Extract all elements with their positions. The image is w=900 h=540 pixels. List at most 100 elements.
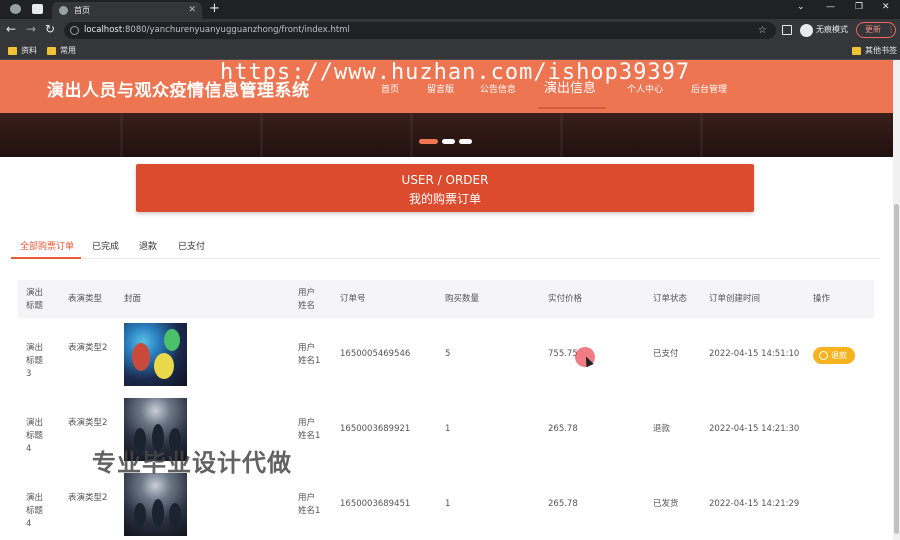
tab-strip-icon[interactable] — [32, 4, 43, 14]
cover-figure — [152, 499, 164, 527]
incognito-label: 无痕模式 — [816, 25, 848, 34]
cover-figure — [154, 353, 174, 379]
row2-title: 演出标题4 — [26, 418, 44, 454]
url-host: localhost — [84, 25, 123, 35]
site-info-icon[interactable] — [70, 26, 79, 35]
scrollbar-thumb[interactable] — [894, 204, 899, 534]
tab-completed[interactable]: 已完成 — [92, 239, 119, 252]
new-tab-icon[interactable]: + — [209, 1, 220, 16]
carousel-dot[interactable] — [442, 139, 455, 144]
row1-user: 用户姓名1 — [298, 343, 321, 366]
close-icon[interactable]: ✕ — [188, 2, 196, 19]
column-header-order-no: 订单号 — [340, 294, 366, 304]
minimize-icon[interactable]: — — [826, 2, 835, 12]
tab-paid[interactable]: 已支付 — [178, 239, 205, 252]
row3-type: 表演类型2 — [68, 493, 108, 503]
banner-stripe — [260, 113, 263, 157]
column-header-created: 订单创建时间 — [709, 294, 761, 304]
banner-stripe — [700, 113, 703, 157]
side-panel-icon[interactable] — [782, 25, 792, 35]
tab-all-orders[interactable]: 全部购票订单 — [20, 239, 74, 252]
bookmark-label: 常用 — [60, 46, 76, 55]
folder-icon — [8, 47, 17, 55]
cover-figure — [169, 503, 181, 527]
watermark-url: https://www.huzhan.com/ishop39397 — [220, 60, 691, 85]
update-label: 更新 — [865, 25, 881, 34]
row2-type: 表演类型2 — [68, 418, 108, 428]
carousel-dot[interactable] — [459, 139, 472, 144]
nav-admin[interactable]: 后台管理 — [691, 82, 727, 95]
banner-stripe — [560, 113, 563, 157]
section-title-en: USER / ORDER — [401, 173, 489, 187]
nav-active-underline — [538, 107, 606, 109]
row3-cover-image — [124, 473, 187, 536]
row1-title: 演出标题3 — [26, 343, 44, 379]
bookmark-star-icon[interactable]: ☆ — [758, 22, 767, 39]
row1-qty: 5 — [445, 349, 451, 359]
page-content: 演出人员与观众疫情信息管理系统 首页 留言版 公告信息 演出信息 个人中心 后台… — [0, 60, 893, 540]
row3-qty: 1 — [445, 499, 451, 509]
bookmark-folder-changyong[interactable]: 常用 — [47, 45, 76, 57]
overlay-ad-text: 专业毕业设计代做 — [92, 449, 292, 477]
reload-icon[interactable]: ↻ — [45, 22, 55, 36]
forward-icon[interactable]: → — [26, 22, 36, 36]
url-path: :8080/yanchurenyuanyugguanzhong/front/in… — [122, 25, 350, 35]
browser-menu-icon[interactable] — [10, 4, 21, 14]
column-header-status: 订单状态 — [653, 294, 688, 304]
row3-order-no: 1650003689451 — [340, 499, 411, 509]
back-icon[interactable]: ← — [6, 22, 16, 36]
row3-title: 演出标题4 — [26, 493, 44, 529]
other-bookmarks-label: 其他书签 — [865, 46, 897, 55]
incognito-icon — [800, 24, 813, 37]
incognito-indicator[interactable]: 无痕模式 — [800, 22, 848, 38]
banner-stripe — [410, 113, 413, 157]
folder-icon — [47, 47, 56, 55]
row1-type: 表演类型2 — [68, 343, 108, 353]
other-bookmarks[interactable]: 其他书签 — [852, 45, 897, 57]
cover-figure — [164, 329, 180, 351]
column-header-title: 演出标题 — [26, 288, 44, 311]
row2-status: 退款 — [653, 424, 671, 434]
carousel-banner — [0, 113, 893, 157]
row3-user: 用户姓名1 — [298, 493, 321, 516]
refund-button[interactable]: 退款 — [813, 347, 855, 364]
section-title-box: USER / ORDER 我的购票订单 — [136, 164, 754, 212]
column-header-qty: 购买数量 — [445, 294, 480, 304]
row2-qty: 1 — [445, 424, 451, 434]
column-header-cover: 封面 — [124, 294, 142, 304]
active-tab-underline — [11, 257, 81, 259]
cover-figure — [134, 503, 146, 527]
row2-user: 用户姓名1 — [298, 418, 321, 441]
row2-order-no: 1650003689921 — [340, 424, 411, 434]
row2-created: 2022-04-15 14:21:30 — [709, 424, 800, 434]
maximize-icon[interactable]: ❐ — [855, 2, 863, 12]
row2-price: 265.78 — [548, 424, 578, 434]
row1-created: 2022-04-15 14:51:10 — [709, 349, 800, 359]
folder-icon — [852, 47, 861, 55]
browser-tab[interactable]: 首页 ✕ — [52, 2, 202, 19]
globe-icon — [59, 6, 68, 15]
update-button[interactable]: 更新 ⋮ — [856, 22, 896, 38]
row1-price: 755.75 — [548, 349, 578, 359]
row1-status: 已支付 — [653, 349, 679, 359]
section-title-cn: 我的购票订单 — [408, 192, 481, 206]
banner-stripe — [120, 113, 123, 157]
row3-status: 已发货 — [653, 499, 679, 509]
page-scrollbar[interactable] — [893, 60, 900, 540]
order-tabs: 全部购票订单 已完成 退款 已支付 — [11, 235, 880, 259]
browser-tab-title: 首页 — [74, 6, 90, 15]
more-icon[interactable]: ⋮ — [887, 25, 895, 34]
tab-refund[interactable]: 退款 — [139, 239, 157, 252]
window-close-icon[interactable]: ✕ — [882, 2, 890, 12]
row3-created: 2022-04-15 14:21:29 — [709, 499, 800, 509]
column-header-type: 表演类型 — [68, 294, 103, 304]
column-header-price: 实付价格 — [548, 294, 583, 304]
bookmarks-bar: 资料 常用 其他书签 — [0, 42, 900, 60]
address-bar[interactable]: localhost:8080/yanchurenyuanyugguanzhong… — [64, 22, 776, 39]
refund-icon — [819, 351, 828, 360]
carousel-dot-active[interactable] — [419, 139, 438, 144]
chevron-down-icon[interactable]: ⌄ — [797, 2, 805, 12]
bookmark-folder-ziliao[interactable]: 资料 — [8, 45, 37, 57]
column-header-action: 操作 — [813, 294, 831, 304]
bookmark-label: 资料 — [21, 46, 37, 55]
